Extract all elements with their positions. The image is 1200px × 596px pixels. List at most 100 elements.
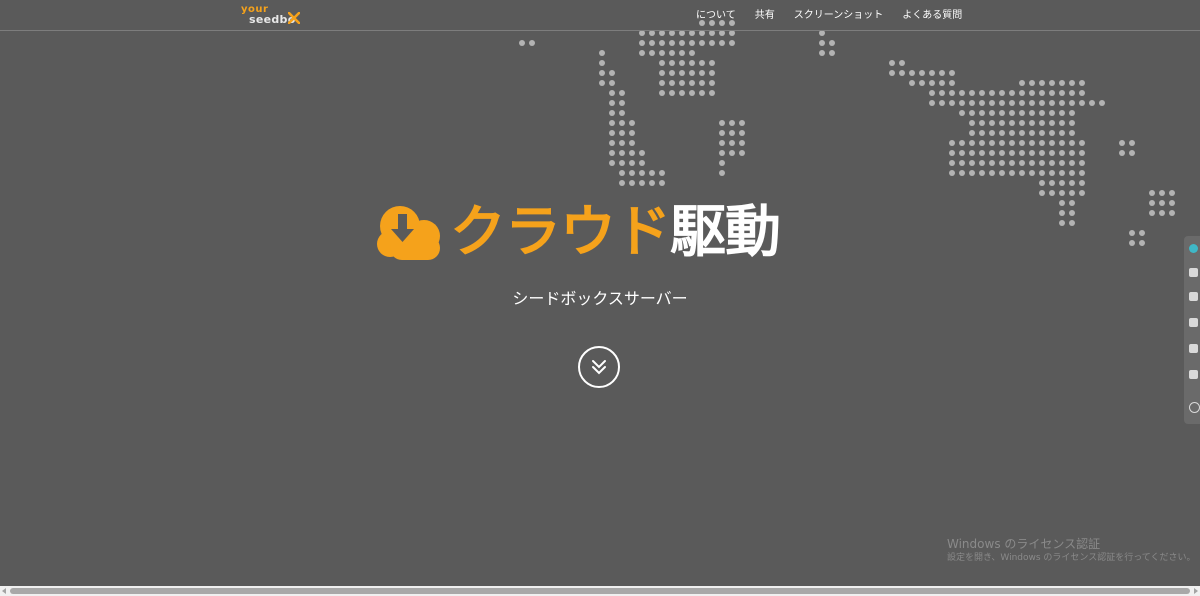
map-dot [1009,120,1015,126]
map-dot [639,180,645,186]
map-dot [1049,180,1055,186]
map-dot [629,150,635,156]
horizontal-scrollbar[interactable] [0,586,1200,596]
map-dot [739,150,745,156]
hero-title-orange: クラウド [450,200,671,265]
map-dot [729,150,735,156]
hero-title: クラウド 駆動 [376,198,781,268]
map-dot [1049,150,1055,156]
map-dot [1019,130,1025,136]
map-dot [659,40,665,46]
map-dot [979,150,985,156]
map-dot [679,70,685,76]
scroll-down-button[interactable] [578,346,620,388]
map-dot [929,70,935,76]
map-dot [969,100,975,106]
map-dot [529,40,535,46]
map-dot [1129,150,1135,156]
map-dot [679,50,685,56]
map-dot [719,170,725,176]
map-dot [989,90,995,96]
map-dot [1009,170,1015,176]
map-dot [829,50,835,56]
map-dot [619,110,625,116]
map-dot [619,120,625,126]
tool-icon[interactable] [1189,318,1198,327]
map-dot [1039,90,1045,96]
map-dot [1079,150,1085,156]
map-dot [659,50,665,56]
map-dot [1019,110,1025,116]
nav-about[interactable]: について [696,9,736,23]
map-dot [629,170,635,176]
scroll-left-icon[interactable] [2,588,6,594]
map-dot [659,90,665,96]
scrollbar-thumb[interactable] [10,588,1190,594]
map-dot [689,80,695,86]
extension-icon[interactable] [1189,244,1198,253]
map-dot [819,40,825,46]
map-dot [1059,110,1065,116]
map-dot [669,50,675,56]
map-dot [699,80,705,86]
map-dot [649,170,655,176]
map-dot [829,40,835,46]
map-dot [1019,90,1025,96]
map-dot [1069,210,1075,216]
map-dot [1009,150,1015,156]
map-dot [739,130,745,136]
map-dot [619,90,625,96]
map-dot [989,110,995,116]
map-dot [1029,80,1035,86]
map-dot [699,90,705,96]
cloud-download-icon [377,206,440,260]
yourseedbox-logo[interactable]: your seedbo [240,5,304,27]
map-dot [909,80,915,86]
nav-share[interactable]: 共有 [755,9,775,23]
map-dot [619,160,625,166]
image-icon[interactable] [1189,370,1198,379]
video-icon[interactable] [1189,344,1198,353]
map-dot [1059,200,1065,206]
map-dot [679,40,685,46]
browser-side-panel[interactable] [1184,236,1200,424]
map-dot [1059,120,1065,126]
map-dot [969,150,975,156]
map-dot [1019,150,1025,156]
map-dot [969,130,975,136]
map-dot [1059,180,1065,186]
map-dot [919,70,925,76]
map-dot [999,130,1005,136]
map-dot [1089,100,1095,106]
map-dot [709,80,715,86]
map-dot [1049,120,1055,126]
settings-icon[interactable] [1189,402,1200,413]
map-dot [629,120,635,126]
map-dot [679,60,685,66]
nav-faq[interactable]: よくある質問 [902,9,962,23]
map-dot [649,50,655,56]
map-dot [929,100,935,106]
map-dot [1129,240,1135,246]
bookmark-icon[interactable] [1189,292,1198,301]
map-dot [1039,100,1045,106]
map-dot [949,90,955,96]
map-dot [959,150,965,156]
avatar-icon[interactable] [1189,268,1198,277]
map-dot [999,120,1005,126]
nav-screenshots[interactable]: スクリーンショット [794,9,884,23]
map-dot [969,110,975,116]
map-dot [919,80,925,86]
map-dot [619,150,625,156]
map-dot [949,140,955,146]
map-dot [1119,150,1125,156]
scroll-right-icon[interactable] [1194,588,1198,594]
map-dot [979,170,985,176]
map-dot [1049,190,1055,196]
map-dot [949,80,955,86]
map-dot [609,160,615,166]
top-navigation-bar: your seedbo について 共有 スクリーンショット よくある質問 [0,0,1200,31]
map-dot [999,90,1005,96]
map-dot [689,60,695,66]
map-dot [979,160,985,166]
